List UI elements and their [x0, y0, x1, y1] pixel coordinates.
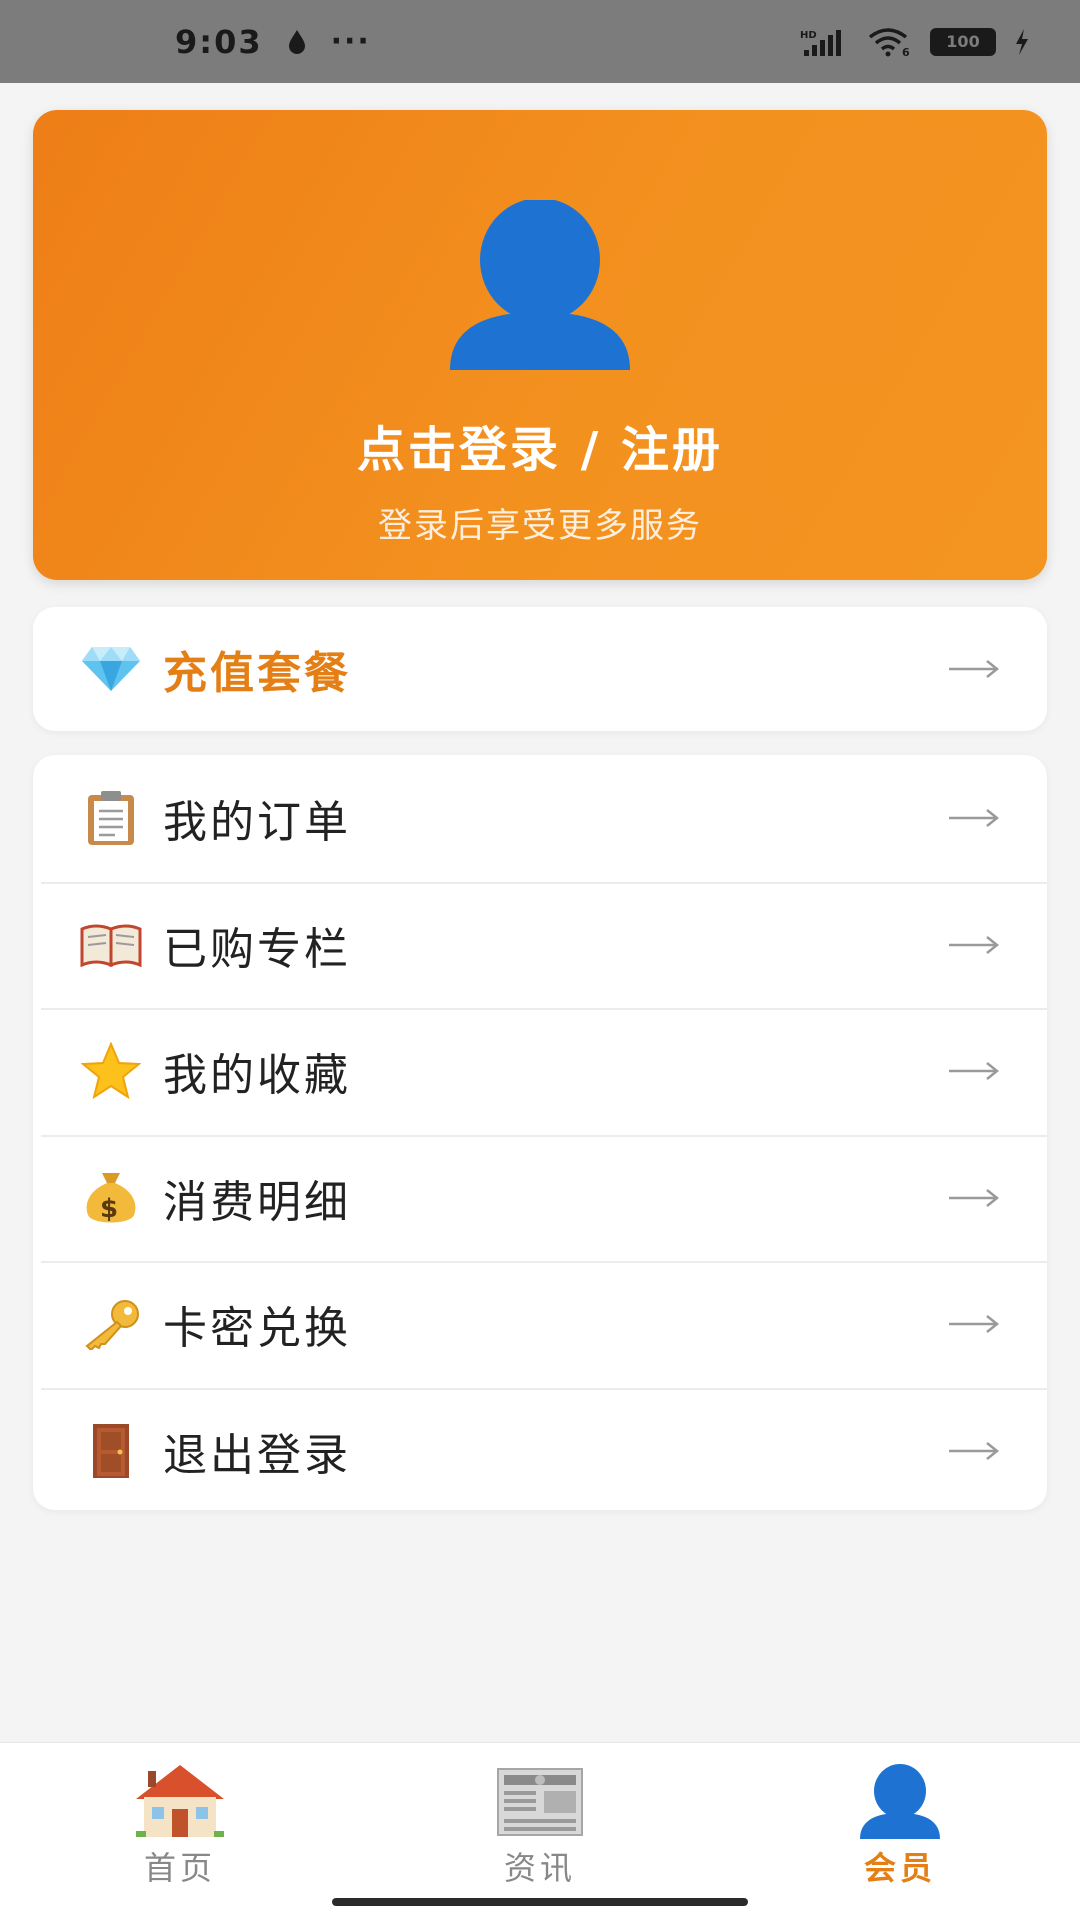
login-subtitle: 登录后享受更多服务 — [378, 506, 702, 546]
battery-icon: 100 — [930, 27, 996, 56]
menu-item-orders[interactable]: 我的订单 — [33, 755, 1047, 882]
menu-item-label: 消费明细 — [163, 1176, 351, 1228]
arrow-right-icon — [949, 1315, 1000, 1334]
menu-item-label: 我的收藏 — [163, 1050, 351, 1102]
arrow-right-icon — [949, 809, 1000, 828]
member-icon — [860, 1764, 940, 1839]
battery-level: 100 — [946, 32, 980, 51]
charging-bolt-icon — [1016, 28, 1028, 55]
key-icon — [79, 1292, 143, 1356]
svg-text:$: $ — [100, 1194, 118, 1224]
door-icon — [79, 1419, 143, 1483]
nav-tab-home[interactable]: 首页 — [0, 1743, 360, 1920]
recharge-row[interactable]: 充值套餐 — [33, 607, 1047, 731]
recharge-card[interactable]: 充值套餐 — [33, 607, 1047, 731]
nav-label: 会员 — [863, 1849, 936, 1887]
arrow-right-icon — [949, 1062, 1000, 1081]
diamond-icon — [79, 637, 143, 701]
menu-item-label: 已购专栏 — [163, 923, 351, 975]
menu-item-spending-details[interactable]: $ 消费明细 — [33, 1134, 1047, 1262]
menu-item-logout[interactable]: 退出登录 — [33, 1387, 1047, 1511]
status-right: HD 6 100 — [800, 27, 1030, 57]
arrow-right-icon — [949, 660, 1000, 678]
bottom-nav: 首页 资讯 会员 — [0, 1742, 1080, 1920]
nav-tab-member[interactable]: 会员 — [720, 1743, 1080, 1920]
svg-text:6: 6 — [902, 46, 910, 57]
menu-item-favorites[interactable]: 我的收藏 — [33, 1008, 1047, 1135]
star-icon — [79, 1039, 143, 1103]
drop-icon — [288, 29, 305, 54]
menu-item-card-redeem[interactable]: 卡密兑换 — [33, 1261, 1047, 1388]
wifi-icon: 6 — [868, 27, 910, 57]
menu-item-label: 我的订单 — [163, 797, 351, 849]
arrow-right-icon — [949, 1441, 1000, 1460]
menu-item-label: 卡密兑换 — [163, 1303, 351, 1355]
menu-item-purchased-columns[interactable]: 已购专栏 — [33, 881, 1047, 1009]
status-time: 9:03 — [175, 22, 263, 61]
svg-text:HD: HD — [800, 30, 817, 41]
newspaper-icon — [497, 1768, 583, 1836]
money-bag-icon: $ — [79, 1166, 143, 1230]
menu-card: 我的订单 已购专栏 我的收藏 $ 消费明细 卡密兑换 退出登录 — [33, 755, 1047, 1510]
status-left: 9:03 ··· — [175, 23, 371, 61]
nav-tab-news[interactable]: 资讯 — [360, 1743, 720, 1920]
nav-label: 资讯 — [503, 1849, 576, 1887]
status-bar: 9:03 ··· HD 6 100 — [0, 0, 1080, 83]
nav-label: 首页 — [143, 1849, 216, 1887]
login-title[interactable]: 点击登录 / 注册 — [357, 410, 723, 480]
more-dots-icon: ··· — [330, 24, 371, 59]
house-icon — [136, 1765, 224, 1837]
home-indicator — [332, 1898, 748, 1906]
login-card[interactable]: 点击登录 / 注册 登录后享受更多服务 — [33, 110, 1047, 580]
arrow-right-icon — [949, 935, 1000, 954]
avatar-icon — [450, 200, 630, 370]
recharge-label: 充值套餐 — [163, 648, 351, 699]
menu-item-label: 退出登录 — [163, 1429, 351, 1481]
book-icon — [79, 913, 143, 977]
signal-icon: HD — [800, 29, 841, 56]
arrow-right-icon — [949, 1188, 1000, 1207]
clipboard-icon — [79, 786, 143, 850]
